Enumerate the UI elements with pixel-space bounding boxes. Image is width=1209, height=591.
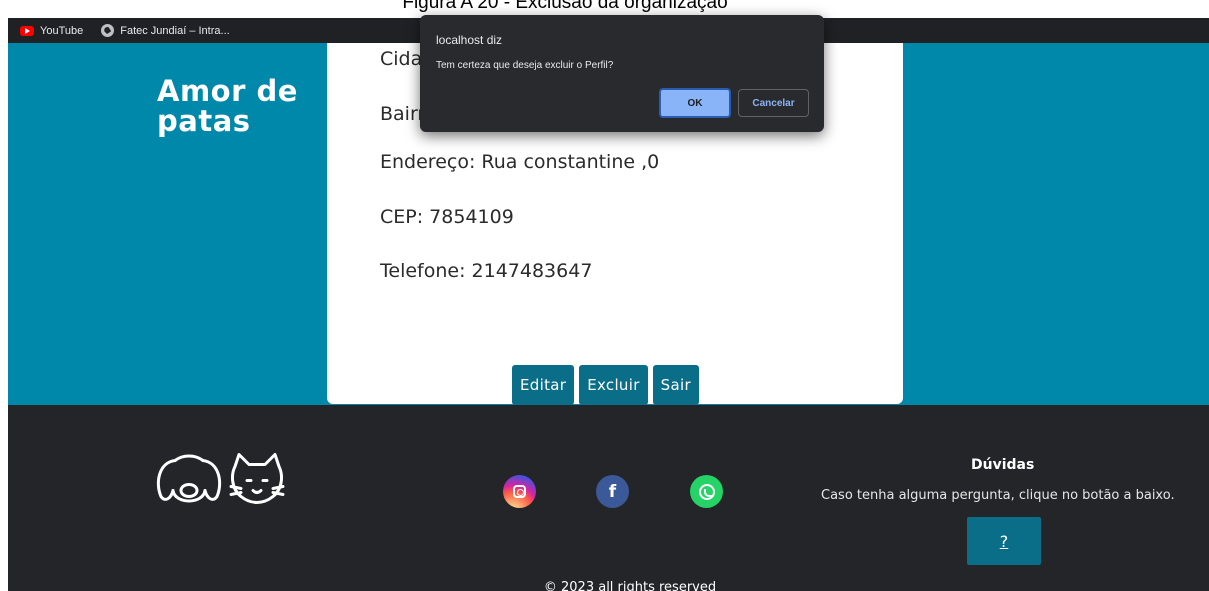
- profile-address: Endereço: Rua constantine ,0: [380, 151, 660, 173]
- delete-button[interactable]: Excluir: [579, 365, 648, 405]
- logo-icon: [156, 453, 285, 504]
- logo-line-2: patas: [157, 104, 251, 138]
- profile-actions: Editar Excluir Sair: [512, 365, 699, 405]
- bookmark-label: YouTube: [40, 24, 84, 37]
- help-button[interactable]: ?: [967, 517, 1041, 565]
- dialog-message: Tem certeza que deseja excluir o Perfil?: [436, 60, 614, 71]
- bookmark-fatec[interactable]: Fatec Jundiaí – Intra...: [101, 24, 230, 37]
- logo-line-1: Amor de: [157, 74, 298, 108]
- instagram-link[interactable]: [503, 475, 536, 508]
- profile-cep: CEP: 7854109: [380, 206, 514, 228]
- whatsapp-icon: [698, 483, 715, 500]
- figure-caption: Figura A 20 - Exclusão da organização: [402, 0, 728, 13]
- exit-button[interactable]: Sair: [652, 365, 699, 405]
- facebook-icon: f: [608, 481, 617, 502]
- cancel-button[interactable]: Cancelar: [738, 89, 809, 117]
- facebook-link[interactable]: f: [596, 475, 629, 508]
- logo-text: Amor de patas: [157, 76, 317, 136]
- doubts-title: Dúvidas: [971, 457, 1035, 473]
- bookmark-youtube[interactable]: YouTube: [20, 25, 83, 37]
- copyright: © 2023 all rights reserved: [543, 580, 717, 591]
- globe-icon: [101, 24, 115, 37]
- doubts-text: Caso tenha alguma pergunta, clique no bo…: [821, 488, 1175, 503]
- dialog-title: localhost diz: [436, 33, 503, 47]
- instagram-icon: [513, 485, 526, 498]
- ok-button[interactable]: OK: [659, 88, 731, 118]
- whatsapp-link[interactable]: [690, 475, 723, 508]
- profile-phone: Telefone: 2147483647: [380, 260, 593, 282]
- bookmark-label: Fatec Jundiaí – Intra...: [120, 24, 230, 37]
- edit-button[interactable]: Editar: [512, 365, 575, 405]
- youtube-icon: [20, 25, 34, 36]
